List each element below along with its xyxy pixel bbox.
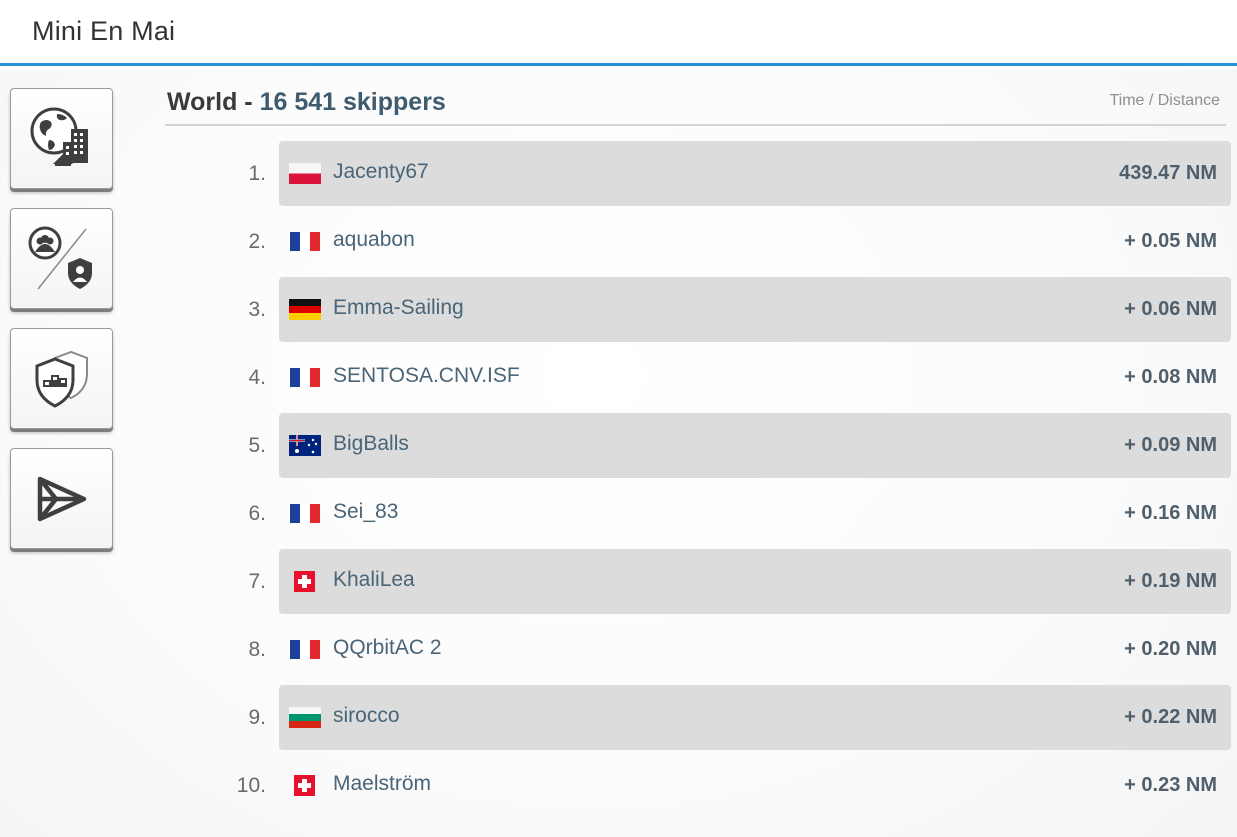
rank-number: 7. bbox=[248, 570, 266, 593]
column-label: Time / Distance bbox=[1109, 92, 1220, 109]
podium-ranking-button[interactable] bbox=[10, 328, 113, 429]
leaderboard-row[interactable] bbox=[279, 209, 1231, 274]
leaderboard-title: World - 16 541 skippers bbox=[167, 88, 446, 117]
skipper-name[interactable]: SENTOSA.CNV.ISF bbox=[333, 364, 520, 388]
australia-flag-icon bbox=[289, 435, 321, 456]
distance-value: + 0.08 NM bbox=[1124, 366, 1217, 388]
leaderboard-row[interactable] bbox=[279, 413, 1231, 478]
distance-value: + 0.06 NM bbox=[1124, 298, 1217, 320]
france-flag-icon bbox=[290, 640, 320, 659]
rank-number: 8. bbox=[248, 638, 266, 661]
skipper-name[interactable]: QQrbitAC 2 bbox=[333, 636, 442, 660]
distance-value: + 0.16 NM bbox=[1124, 502, 1217, 524]
skipper-name[interactable]: KhaliLea bbox=[333, 568, 415, 592]
switzerland-flag-icon bbox=[294, 571, 315, 592]
distance-value: + 0.23 NM bbox=[1124, 774, 1217, 796]
france-flag-icon bbox=[290, 504, 320, 523]
bulgaria-flag-icon bbox=[289, 707, 321, 728]
skipper-name[interactable]: Sei_83 bbox=[333, 500, 398, 524]
distance-value: + 0.09 NM bbox=[1124, 434, 1217, 456]
leaderboard-row[interactable] bbox=[279, 685, 1231, 750]
rank-number: 2. bbox=[248, 230, 266, 253]
leaderboard-row[interactable] bbox=[279, 481, 1231, 546]
world-ranking-button[interactable] bbox=[10, 88, 113, 189]
race-flag-button[interactable] bbox=[10, 448, 113, 549]
skipper-name[interactable]: Emma-Sailing bbox=[333, 296, 464, 320]
title-bar: Mini En Mai bbox=[0, 0, 1237, 66]
rank-number: 4. bbox=[248, 366, 266, 389]
rank-number: 10. bbox=[236, 774, 266, 797]
distance-value: + 0.05 NM bbox=[1124, 230, 1217, 252]
poland-flag-icon bbox=[289, 163, 321, 184]
distance-value: + 0.22 NM bbox=[1124, 706, 1217, 728]
rank-number: 9. bbox=[248, 706, 266, 729]
rank-number: 6. bbox=[248, 502, 266, 525]
rank-number: 1. bbox=[248, 162, 266, 185]
leaderboard-row[interactable] bbox=[279, 549, 1231, 614]
skipper-count: 16 541 skippers bbox=[259, 88, 446, 116]
skipper-name[interactable]: Jacenty67 bbox=[333, 160, 429, 184]
rank-number: 5. bbox=[248, 434, 266, 457]
window-title: Mini En Mai bbox=[32, 16, 176, 46]
pennant-flag-icon bbox=[37, 476, 86, 521]
app-window: Mini En Mai World - 16 541 skippers Time… bbox=[0, 0, 1237, 837]
rank-number: 3. bbox=[248, 298, 266, 321]
leaderboard-scope: World - bbox=[167, 88, 260, 116]
distance-value: 439.47 NM bbox=[1119, 162, 1217, 184]
germany-flag-icon bbox=[289, 299, 321, 320]
skipper-name[interactable]: aquabon bbox=[333, 228, 415, 252]
group-team-ranking-button[interactable] bbox=[10, 208, 113, 309]
skipper-name[interactable]: Maelström bbox=[333, 772, 431, 796]
distance-value: + 0.20 NM bbox=[1124, 638, 1217, 660]
shield-podium-icon bbox=[35, 350, 88, 408]
france-flag-icon bbox=[290, 232, 320, 251]
skipper-name[interactable]: BigBalls bbox=[333, 432, 409, 456]
france-flag-icon bbox=[290, 368, 320, 387]
skipper-name[interactable]: sirocco bbox=[333, 704, 400, 728]
leaderboard-header: World - 16 541 skippers Time / Distance bbox=[165, 84, 1226, 126]
group-shield-split-icon bbox=[28, 226, 92, 289]
switzerland-flag-icon bbox=[294, 775, 315, 796]
distance-value: + 0.19 NM bbox=[1124, 570, 1217, 592]
globe-city-icon bbox=[30, 107, 88, 166]
